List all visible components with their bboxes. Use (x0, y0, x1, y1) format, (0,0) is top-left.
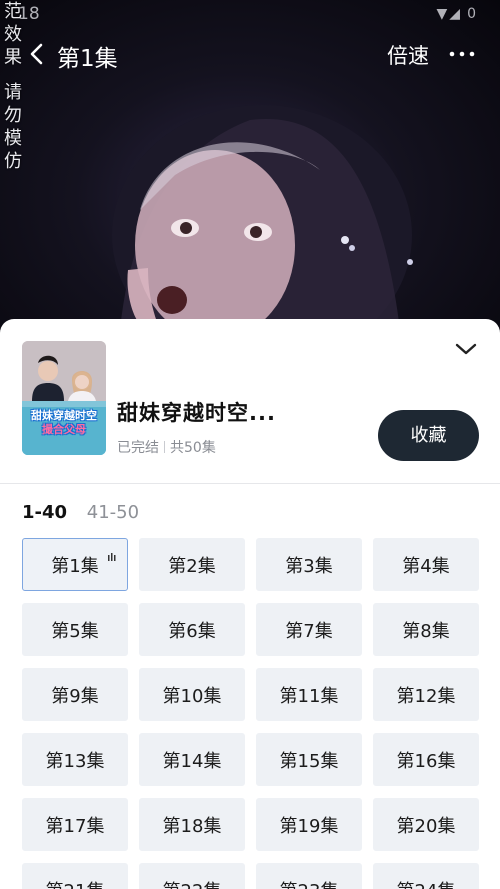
episode-item-15[interactable]: 第15集 (256, 733, 362, 786)
episode-item-18[interactable]: 第18集 (139, 798, 245, 851)
range-tab-41-50[interactable]: 41-50 (87, 502, 139, 523)
episode-label: 第9集 (51, 685, 99, 707)
episode-label: 第13集 (45, 750, 105, 772)
drama-poster[interactable]: 甜妹穿越时空 撮合父母 (22, 341, 106, 455)
poster-title-text: 甜妹穿越时空 撮合父母 (31, 409, 97, 436)
episode-label: 第24集 (397, 877, 456, 889)
episode-item-10[interactable]: 第10集 (139, 668, 245, 721)
episode-label: 第16集 (396, 750, 456, 772)
episode-label: 第7集 (285, 620, 333, 642)
episode-item-4[interactable]: 第4集 (373, 538, 479, 591)
episode-item-11[interactable]: 第11集 (256, 668, 362, 721)
episode-item-23[interactable]: 第23集 (256, 863, 362, 889)
drama-episode-count: 共50集 (170, 440, 216, 456)
back-button[interactable] (26, 40, 50, 68)
drama-meta: 已完结 共50集 (117, 437, 216, 457)
more-button[interactable] (447, 40, 477, 68)
episode-grid: 第1集 第2集 第3集 第4集第5集 第6集 第7集 第8集第9集 第10集 第11集 第12集第… (22, 538, 480, 889)
episode-item-16[interactable]: 第16集 (373, 733, 479, 786)
episode-label: 第21集 (46, 877, 105, 889)
episode-label: 第1集 (51, 555, 99, 577)
watermark: 范 效 果 请 勿 模 仿 (4, 1, 22, 172)
episode-label: 第5集 (51, 620, 99, 642)
drama-title[interactable]: 甜妹穿越时空... (117, 397, 276, 427)
episode-item-21[interactable]: 第21集 (22, 863, 128, 889)
chevron-down-icon (455, 343, 477, 355)
episode-label: 第15集 (279, 750, 339, 772)
range-tab-1-40[interactable]: 1-40 (22, 502, 67, 523)
battery-icon: 0 (467, 6, 478, 22)
episode-item-14[interactable]: 第14集 (139, 733, 245, 786)
episode-item-6[interactable]: 第6集 (139, 603, 245, 656)
episode-label: 第6集 (168, 620, 216, 642)
episode-item-20[interactable]: 第20集 (373, 798, 479, 851)
episode-label: 第23集 (280, 877, 339, 889)
now-playing-icon (108, 553, 116, 561)
episode-item-12[interactable]: 第12集 (373, 668, 479, 721)
player-topbar: 第1集 倍速 (0, 34, 500, 74)
favorite-button[interactable]: 收藏 (378, 410, 479, 461)
poster-image (22, 341, 106, 455)
episode-item-22[interactable]: 第22集 (139, 863, 245, 889)
episode-label: 第12集 (396, 685, 456, 707)
meta-divider (164, 441, 165, 453)
episode-label: 第4集 (402, 555, 450, 577)
episode-item-3[interactable]: 第3集 (256, 538, 362, 591)
chevron-left-icon (30, 43, 43, 65)
episode-label: 第8集 (402, 620, 450, 642)
episode-label: 第22集 (163, 877, 222, 889)
drama-status: 已完结 (117, 440, 159, 456)
more-dots-icon (449, 51, 475, 57)
episode-item-7[interactable]: 第7集 (256, 603, 362, 656)
episode-label: 第19集 (279, 815, 339, 837)
range-tabs: 1-40 41-50 (22, 502, 153, 523)
episode-item-1[interactable]: 第1集 (22, 538, 128, 591)
video-player[interactable]: 18 ▼◢ 0 范 效 果 请 勿 模 仿 第1集 倍速 (0, 0, 500, 330)
episode-item-8[interactable]: 第8集 (373, 603, 479, 656)
episode-label: 第17集 (45, 815, 105, 837)
episode-item-19[interactable]: 第19集 (256, 798, 362, 851)
collapse-button[interactable] (454, 339, 478, 359)
episode-item-9[interactable]: 第9集 (22, 668, 128, 721)
episode-title: 第1集 (57, 46, 118, 72)
episode-label: 第11集 (279, 685, 339, 707)
episode-item-24[interactable]: 第24集 (373, 863, 479, 889)
episode-label: 第3集 (285, 555, 333, 577)
episode-label: 第18集 (162, 815, 222, 837)
divider (0, 483, 500, 484)
episode-label: 第20集 (396, 815, 456, 837)
episode-item-17[interactable]: 第17集 (22, 798, 128, 851)
episode-item-5[interactable]: 第5集 (22, 603, 128, 656)
signal-icon: ▼◢ (436, 6, 462, 22)
episode-label: 第14集 (162, 750, 222, 772)
episode-item-2[interactable]: 第2集 (139, 538, 245, 591)
speed-button[interactable]: 倍速 (387, 40, 429, 70)
episode-label: 第10集 (162, 685, 222, 707)
episode-label: 第2集 (168, 555, 216, 577)
episode-sheet: 甜妹穿越时空 撮合父母 甜妹穿越时空... 已完结 共50集 收藏 1-40 41… (0, 319, 500, 889)
episode-item-13[interactable]: 第13集 (22, 733, 128, 786)
